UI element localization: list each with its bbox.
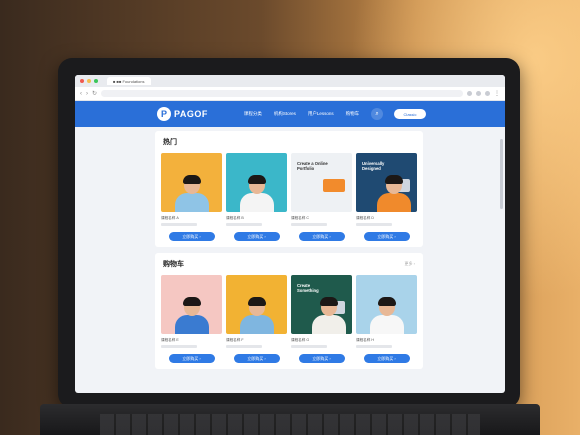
browser-tab-bar: ■ ■■ Foundations — [75, 75, 505, 87]
thumbnail-text: Create Something — [297, 283, 319, 293]
course-meta — [356, 223, 392, 226]
header-action-button[interactable]: Classic — [394, 109, 426, 119]
person-photo — [239, 175, 274, 212]
person-photo — [376, 175, 411, 212]
forward-icon[interactable]: › — [86, 91, 88, 97]
buy-now-button[interactable]: 立即购买 › — [363, 232, 410, 241]
person-photo — [239, 297, 274, 334]
course-thumbnail[interactable] — [161, 153, 222, 212]
close-window-dot[interactable] — [80, 79, 84, 83]
course-card[interactable]: Create Something 课程名称 G 立即购买 › — [291, 275, 352, 365]
thumbnail-text: Create a Online Portfolio — [297, 161, 328, 171]
extension-icon[interactable] — [467, 91, 472, 96]
course-meta — [226, 223, 262, 226]
more-link[interactable]: 更多 › — [405, 261, 415, 267]
course-card[interactable]: 课程名称 B 立即购买 › — [226, 153, 287, 243]
course-thumbnail[interactable]: Universally Designed — [356, 153, 417, 212]
course-meta — [291, 223, 327, 226]
course-title[interactable]: 课程名称 F — [226, 338, 287, 343]
course-title[interactable]: 课程名称 C — [291, 216, 352, 221]
keyboard — [100, 414, 480, 435]
section-popular: 热门 课程名称 A 立即购买 › 课程名称 B 立即购买 › Create a On… — [155, 131, 423, 247]
buy-now-button[interactable]: 立即购买 › — [298, 232, 345, 241]
person-photo — [174, 297, 209, 334]
menu-icon[interactable]: ⋮ — [494, 90, 500, 97]
course-title[interactable]: 课程名称 H — [356, 338, 417, 343]
person-photo — [311, 297, 346, 334]
nav-item-categories[interactable]: 课程分类 — [244, 111, 262, 117]
logo-text[interactable]: PAGOF — [174, 109, 208, 119]
site-header: P PAGOF 课程分类 机构Stores 用户Lessons 购物车 ⌕ Cl… — [75, 101, 505, 127]
laptop-illustration — [323, 179, 345, 192]
course-card[interactable]: 课程名称 H 立即购买 › — [356, 275, 417, 365]
course-thumbnail[interactable] — [356, 275, 417, 334]
course-title[interactable]: 课程名称 D — [356, 216, 417, 221]
reload-icon[interactable]: ↻ — [92, 90, 97, 97]
section-cart: 购物车 更多 › 课程名称 E 立即购买 › 课程名称 F 立即购买 › Creat… — [155, 253, 423, 369]
nav-item-stores[interactable]: 机构Stores — [274, 111, 296, 117]
nav-item-lessons[interactable]: 用户Lessons — [308, 111, 334, 117]
buy-now-button[interactable]: 立即购买 › — [363, 354, 410, 363]
thumbnail-text: Universally Designed — [362, 161, 385, 171]
course-thumbnail[interactable]: Create Something — [291, 275, 352, 334]
buy-now-button[interactable]: 立即购买 › — [168, 232, 215, 241]
minimize-window-dot[interactable] — [87, 79, 91, 83]
course-title[interactable]: 课程名称 E — [161, 338, 222, 343]
buy-now-button[interactable]: 立即购买 › — [298, 354, 345, 363]
browser-tab[interactable]: ■ ■■ Foundations — [107, 77, 151, 85]
person-photo — [174, 175, 209, 212]
search-icon[interactable]: ⌕ — [371, 108, 383, 120]
course-title[interactable]: 课程名称 G — [291, 338, 352, 343]
course-meta — [291, 345, 327, 348]
main-nav: 课程分类 机构Stores 用户Lessons 购物车 — [244, 111, 359, 117]
address-bar[interactable] — [101, 90, 463, 97]
course-card[interactable]: Create a Online Portfolio 课程名称 C 立即购买 › — [291, 153, 352, 243]
course-title[interactable]: 课程名称 B — [226, 216, 287, 221]
course-title[interactable]: 课程名称 A — [161, 216, 222, 221]
scrollbar[interactable] — [500, 139, 503, 209]
course-card[interactable]: Universally Designed 课程名称 D 立即购买 › — [356, 153, 417, 243]
course-meta — [161, 223, 197, 226]
extension-icon[interactable] — [476, 91, 481, 96]
logo-icon[interactable]: P — [157, 107, 171, 121]
course-card[interactable]: 课程名称 A 立即购买 › — [161, 153, 222, 243]
course-grid: 课程名称 A 立即购买 › 课程名称 B 立即购买 › Create a Onlin… — [161, 153, 417, 243]
nav-item-cart[interactable]: 购物车 — [346, 111, 360, 117]
person-photo — [369, 297, 404, 334]
main-content: 热门 课程名称 A 立即购买 › 课程名称 B 立即购买 › Create a On… — [155, 131, 423, 375]
course-meta — [226, 345, 262, 348]
course-thumbnail[interactable] — [161, 275, 222, 334]
course-grid: 课程名称 E 立即购买 › 课程名称 F 立即购买 › Create Somethi… — [161, 275, 417, 365]
course-card[interactable]: 课程名称 E 立即购买 › — [161, 275, 222, 365]
course-card[interactable]: 课程名称 F 立即购买 › — [226, 275, 287, 365]
maximize-window-dot[interactable] — [94, 79, 98, 83]
buy-now-button[interactable]: 立即购买 › — [233, 232, 280, 241]
profile-icon[interactable] — [485, 91, 490, 96]
buy-now-button[interactable]: 立即购买 › — [168, 354, 215, 363]
course-thumbnail[interactable]: Create a Online Portfolio — [291, 153, 352, 212]
buy-now-button[interactable]: 立即购买 › — [233, 354, 280, 363]
course-thumbnail[interactable] — [226, 275, 287, 334]
section-title: 热门 — [163, 139, 177, 146]
course-meta — [356, 345, 392, 348]
laptop-screen: ■ ■■ Foundations ‹ › ↻ ⋮ P PAGOF 课程分类 机构… — [75, 75, 505, 393]
section-title: 购物车 — [163, 261, 184, 268]
browser-toolbar: ‹ › ↻ ⋮ — [75, 87, 505, 101]
back-icon[interactable]: ‹ — [80, 91, 82, 97]
course-thumbnail[interactable] — [226, 153, 287, 212]
course-meta — [161, 345, 197, 348]
